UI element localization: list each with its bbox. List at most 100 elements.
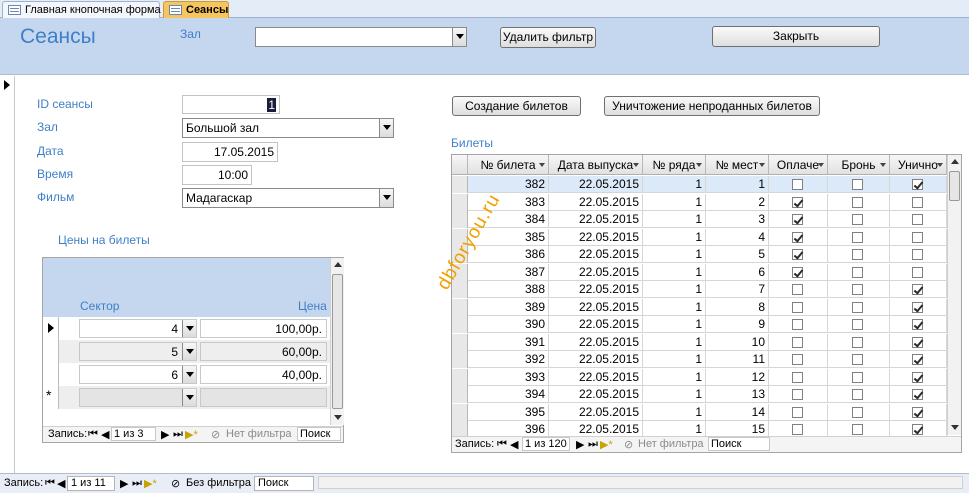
scroll-up-icon[interactable] (948, 155, 961, 169)
ticket-cell-seat[interactable]: 1 (706, 176, 769, 193)
booked-checkbox[interactable] (852, 266, 863, 278)
ticket-row[interactable]: 392 22.05.2015 1 11 (452, 351, 947, 368)
row-selector[interactable] (452, 176, 468, 193)
new-price-row[interactable]: * (43, 386, 330, 409)
ticket-row[interactable]: 385 22.05.2015 1 4 (452, 228, 947, 246)
search-box[interactable]: Поиск (254, 476, 314, 491)
tickets-vertical-scrollbar[interactable] (947, 155, 961, 435)
booked-checkbox[interactable] (852, 231, 863, 243)
filter-status[interactable]: Нет фильтра (638, 438, 704, 450)
paid-checkbox[interactable] (792, 319, 803, 330)
ticket-cell-row[interactable]: 1 (643, 176, 706, 193)
row-selector[interactable] (452, 316, 468, 333)
sort-arrow-icon[interactable] (539, 163, 545, 167)
destroyed-checkbox[interactable] (912, 214, 923, 225)
ticket-cell-seat[interactable]: 9 (706, 316, 769, 333)
next-record-icon[interactable]: ▶ (576, 438, 584, 451)
destroyed-checkbox[interactable] (912, 406, 923, 418)
prices-vertical-scrollbar[interactable] (330, 258, 344, 425)
chevron-down-icon[interactable] (379, 119, 393, 137)
ticket-cell-row[interactable]: 1 (643, 403, 706, 421)
chevron-down-icon[interactable] (182, 343, 196, 360)
first-record-icon[interactable]: ⏮ (497, 438, 507, 451)
new-record-nav-icon[interactable]: ▶* (185, 428, 198, 441)
sort-arrow-icon[interactable] (633, 163, 639, 167)
filter-icon[interactable]: ⊘ (624, 438, 633, 451)
first-record-icon[interactable]: ⏮ (88, 428, 98, 441)
paid-checkbox[interactable] (792, 284, 803, 295)
close-button[interactable]: Закрыть (712, 26, 880, 47)
row-selector[interactable] (452, 403, 468, 421)
scroll-down-icon[interactable] (948, 421, 961, 435)
paid-checkbox[interactable] (792, 371, 803, 383)
row-selector[interactable] (43, 363, 59, 386)
filter-icon[interactable]: ⊘ (171, 477, 180, 490)
row-selector[interactable]: * (43, 386, 59, 409)
ticket-row[interactable]: 387 22.05.2015 1 6 (452, 263, 947, 281)
chevron-down-icon[interactable] (452, 28, 466, 46)
ticket-cell-id[interactable]: 387 (468, 263, 549, 281)
record-position[interactable]: 1 из 11 (67, 476, 115, 491)
column-header-ticket-no[interactable]: № билета (468, 155, 549, 175)
ticket-row[interactable]: 390 22.05.2015 1 9 (452, 316, 947, 333)
ticket-cell-id[interactable]: 388 (468, 281, 549, 298)
column-header-paid[interactable]: Оплаче (769, 155, 828, 175)
destroy-unsold-tickets-button[interactable]: Уничтожение непроданных билетов (604, 96, 820, 116)
record-selector[interactable] (0, 76, 15, 473)
column-header-destroyed[interactable]: Унично (890, 155, 947, 175)
ticket-cell-row[interactable]: 1 (643, 333, 706, 351)
ticket-row[interactable]: 388 22.05.2015 1 7 (452, 281, 947, 298)
remove-filter-button[interactable]: Удалить фильтр (500, 27, 596, 48)
new-record-nav-icon[interactable]: ▶* (600, 438, 613, 451)
destroyed-checkbox[interactable] (912, 249, 923, 260)
ticket-cell-date[interactable]: 22.05.2015 (549, 211, 643, 228)
ticket-row[interactable]: 394 22.05.2015 1 13 (452, 386, 947, 403)
column-header-issue-date[interactable]: Дата выпуска (549, 155, 643, 175)
destroyed-checkbox[interactable] (912, 336, 923, 348)
ticket-cell-date[interactable]: 22.05.2015 (549, 298, 643, 316)
prev-record-icon[interactable]: ◀ (57, 477, 65, 490)
prev-record-icon[interactable]: ◀ (101, 428, 109, 441)
paid-checkbox[interactable] (792, 336, 803, 348)
sector-combo[interactable]: 6 (79, 365, 197, 384)
price-field[interactable] (200, 388, 327, 407)
search-box[interactable]: Поиск (297, 427, 341, 441)
ticket-row[interactable]: 386 22.05.2015 1 5 (452, 246, 947, 263)
ticket-cell-seat[interactable]: 6 (706, 263, 769, 281)
ticket-cell-date[interactable]: 22.05.2015 (549, 333, 643, 351)
ticket-cell-seat[interactable]: 10 (706, 333, 769, 351)
ticket-cell-row[interactable]: 1 (643, 386, 706, 403)
destroyed-checkbox[interactable] (912, 179, 923, 190)
paid-checkbox[interactable] (792, 424, 803, 435)
ticket-cell-row[interactable]: 1 (643, 298, 706, 316)
booked-checkbox[interactable] (852, 196, 863, 208)
ticket-cell-id[interactable]: 392 (468, 351, 549, 368)
ticket-cell-seat[interactable]: 13 (706, 386, 769, 403)
ticket-cell-id[interactable]: 393 (468, 368, 549, 386)
ticket-row[interactable]: 382 22.05.2015 1 1 (452, 176, 947, 193)
ticket-cell-date[interactable]: 22.05.2015 (549, 228, 643, 246)
tab-sessions[interactable]: Сеансы (163, 1, 229, 18)
sort-arrow-icon[interactable] (880, 163, 886, 167)
paid-checkbox[interactable] (792, 354, 803, 365)
ticket-cell-date[interactable]: 22.05.2015 (549, 281, 643, 298)
ticket-cell-seat[interactable]: 7 (706, 281, 769, 298)
paid-checkbox[interactable] (792, 406, 803, 418)
booked-checkbox[interactable] (852, 214, 863, 225)
select-all-corner[interactable] (452, 155, 468, 175)
hall-filter-combo[interactable] (255, 27, 467, 47)
scroll-thumb[interactable] (332, 274, 343, 409)
record-position[interactable]: 1 из 120 (522, 437, 570, 451)
ticket-cell-row[interactable]: 1 (643, 228, 706, 246)
record-position[interactable]: 1 из 3 (111, 427, 156, 441)
ticket-cell-seat[interactable]: 5 (706, 246, 769, 263)
chevron-down-icon[interactable] (182, 320, 196, 337)
last-record-icon[interactable]: ⏭ (588, 438, 598, 451)
destroyed-checkbox[interactable] (912, 371, 923, 383)
destroyed-checkbox[interactable] (912, 389, 923, 400)
ticket-row[interactable]: 383 22.05.2015 1 2 (452, 193, 947, 211)
booked-checkbox[interactable] (852, 406, 863, 418)
booked-checkbox[interactable] (852, 424, 863, 435)
ticket-cell-id[interactable]: 391 (468, 333, 549, 351)
filter-icon[interactable]: ⊘ (211, 428, 220, 441)
